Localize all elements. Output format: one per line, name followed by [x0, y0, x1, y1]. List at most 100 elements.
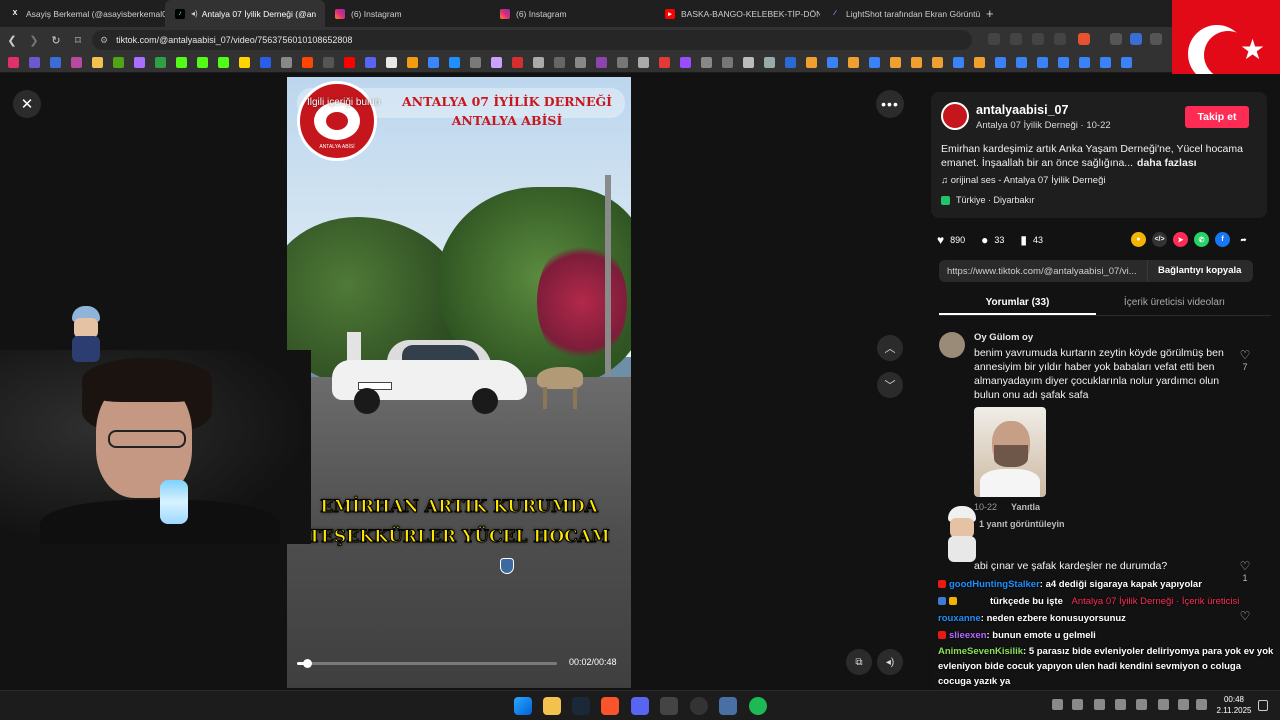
tab-comments[interactable]: Yorumlar (33): [939, 290, 1096, 315]
bookmark-favicon-icon[interactable]: [218, 57, 229, 68]
volume-tray-icon[interactable]: [1136, 699, 1147, 710]
follow-button[interactable]: Takip et: [1185, 106, 1249, 128]
tab-instagram-2[interactable]: (6) Instagram: [490, 0, 655, 27]
creator-avatar[interactable]: [941, 102, 969, 130]
bookmark-favicon-icon[interactable]: [29, 57, 40, 68]
share-icon[interactable]: [1054, 33, 1066, 45]
steam-tray-icon[interactable]: [1115, 699, 1126, 710]
view-replies-button[interactable]: 1 yanıt görüntüleyin: [979, 519, 1065, 529]
bookmark-favicon-icon[interactable]: [995, 57, 1006, 68]
music-label[interactable]: ♫ orijinal ses - Antalya 07 İyilik Derne…: [941, 175, 1105, 186]
bookmark-favicon-icon[interactable]: [764, 57, 775, 68]
bookmark-favicon-icon[interactable]: [848, 57, 859, 68]
discord-icon[interactable]: [631, 697, 649, 715]
tab-tiktok[interactable]: ♪ ◂) Antalya 07 İyilik Derneği (@an ✕: [165, 0, 325, 27]
bookmark-favicon-icon[interactable]: [491, 57, 502, 68]
notification-icon[interactable]: [1258, 700, 1268, 711]
bookmark-favicon-icon[interactable]: [71, 57, 82, 68]
tray-icon[interactable]: [1094, 699, 1105, 710]
bookmark-favicon-icon[interactable]: [197, 57, 208, 68]
bookmark-favicon-icon[interactable]: [596, 57, 607, 68]
extension-icon[interactable]: [1110, 33, 1122, 45]
taskbar-clock[interactable]: 00:48 2.11.2025: [1212, 694, 1256, 716]
share-arrow-icon[interactable]: ➦: [1236, 232, 1251, 247]
tab-creator-videos[interactable]: İçerik üreticisi videoları: [1096, 290, 1253, 315]
bookmark-favicon-icon[interactable]: [239, 57, 250, 68]
bookmark-favicon-icon[interactable]: [533, 57, 544, 68]
bookmark-favicon-icon[interactable]: [659, 57, 670, 68]
bookmark-favicon-icon[interactable]: [1058, 57, 1069, 68]
bookmark-favicon-icon[interactable]: [806, 57, 817, 68]
facebook-icon[interactable]: f: [1215, 232, 1230, 247]
creator-username[interactable]: antalyaabisi_07: [976, 103, 1068, 117]
tray-icon[interactable]: [1072, 699, 1083, 710]
cast-icon[interactable]: [1010, 33, 1022, 45]
embed-icon[interactable]: </>: [1152, 232, 1167, 247]
site-settings-icon[interactable]: ⚙: [100, 35, 108, 46]
bookmark-favicon-icon[interactable]: [1079, 57, 1090, 68]
tab-x[interactable]: X Asayiş Berkemal (@asayisberkemal0: [0, 0, 165, 27]
whatsapp-icon[interactable]: ✆: [1194, 232, 1209, 247]
save-button[interactable]: ▮ 43: [1020, 233, 1043, 247]
comment-photo[interactable]: [974, 407, 1046, 497]
app-icon[interactable]: [719, 697, 737, 715]
more-options-icon[interactable]: •••: [876, 90, 904, 118]
brave-shield-icon[interactable]: [1078, 33, 1090, 45]
bookmark-favicon-icon[interactable]: [743, 57, 754, 68]
bookmark-favicon-icon[interactable]: [1121, 57, 1132, 68]
bookmark-favicon-icon[interactable]: [554, 57, 565, 68]
close-video-button[interactable]: ✕: [13, 90, 41, 118]
bookmark-favicon-icon[interactable]: [575, 57, 586, 68]
bookmark-favicon-icon[interactable]: [617, 57, 628, 68]
steam-icon[interactable]: [572, 697, 590, 715]
bookmark-favicon-icon[interactable]: [281, 57, 292, 68]
bookmark-favicon-icon[interactable]: [155, 57, 166, 68]
like-button[interactable]: ♥ 890: [937, 233, 965, 247]
network-icon[interactable]: [1178, 699, 1189, 710]
volume-icon[interactable]: ◂): [877, 649, 903, 675]
copy-link-button[interactable]: Bağlantıyı kopyala: [1147, 260, 1241, 282]
tab-instagram-1[interactable]: (6) Instagram: [325, 0, 490, 27]
tab-lightshot[interactable]: ∕ LightShot tarafından Ekran Görüntüs: [820, 0, 980, 27]
spotify-icon[interactable]: [749, 697, 767, 715]
bookmark-favicon-icon[interactable]: [1016, 57, 1027, 68]
address-bar[interactable]: ⚙ tiktok.com/@antalyaabisi_07/video/7563…: [92, 30, 972, 50]
bookmark-favicon-icon[interactable]: [92, 57, 103, 68]
bookmark-favicon-icon[interactable]: [974, 57, 985, 68]
bookmark-favicon-icon[interactable]: [890, 57, 901, 68]
bookmark-favicon-icon[interactable]: [701, 57, 712, 68]
extension-icon[interactable]: [1150, 33, 1162, 45]
bookmark-favicon-icon[interactable]: [953, 57, 964, 68]
reload-icon[interactable]: ↻: [46, 34, 66, 47]
bookmark-favicon-icon[interactable]: [365, 57, 376, 68]
bookmark-favicon-icon[interactable]: [260, 57, 271, 68]
commenter-avatar[interactable]: [939, 332, 965, 358]
speaker-icon[interactable]: [1196, 699, 1207, 710]
start-button-icon[interactable]: [514, 697, 532, 715]
media-icon[interactable]: [988, 33, 1000, 45]
bookmark-favicon-icon[interactable]: [932, 57, 943, 68]
bookmark-favicon-icon[interactable]: [134, 57, 145, 68]
picture-in-picture-icon[interactable]: ⧉: [846, 649, 872, 675]
comment-like[interactable]: ♡ 7: [1238, 348, 1252, 372]
bookmark-favicon-icon[interactable]: [470, 57, 481, 68]
tab-youtube[interactable]: ▸ BASKA-BANGO-KELEBEK-TİP-DÖNEK: [655, 0, 820, 27]
translate-icon[interactable]: [1032, 33, 1044, 45]
back-icon[interactable]: ❮: [2, 34, 22, 47]
video-progress-bar[interactable]: [297, 659, 557, 668]
bookmark-favicon-icon[interactable]: [302, 57, 313, 68]
see-more-link[interactable]: daha fazlası: [1137, 157, 1197, 169]
location-tag[interactable]: Türkiye · Diyarbakır: [941, 195, 1035, 205]
bookmark-favicon-icon[interactable]: [911, 57, 922, 68]
bookmark-icon[interactable]: ⌑: [68, 34, 88, 47]
obs-icon[interactable]: [690, 697, 708, 715]
video-player[interactable]: ANTALYA ABİSİ İlgili içeriği bulun ANTAL…: [287, 77, 631, 688]
file-explorer-icon[interactable]: [543, 697, 561, 715]
bookmark-favicon-icon[interactable]: [512, 57, 523, 68]
chevron-up-icon[interactable]: [1052, 699, 1063, 710]
find-related-content-button[interactable]: İlgili içeriği bulun: [307, 97, 380, 108]
reply-button[interactable]: Yanıtla: [1011, 502, 1040, 512]
microphone-icon[interactable]: [1158, 699, 1169, 710]
previous-video-button[interactable]: ︿: [877, 335, 903, 361]
coin-icon[interactable]: ●: [1131, 232, 1146, 247]
